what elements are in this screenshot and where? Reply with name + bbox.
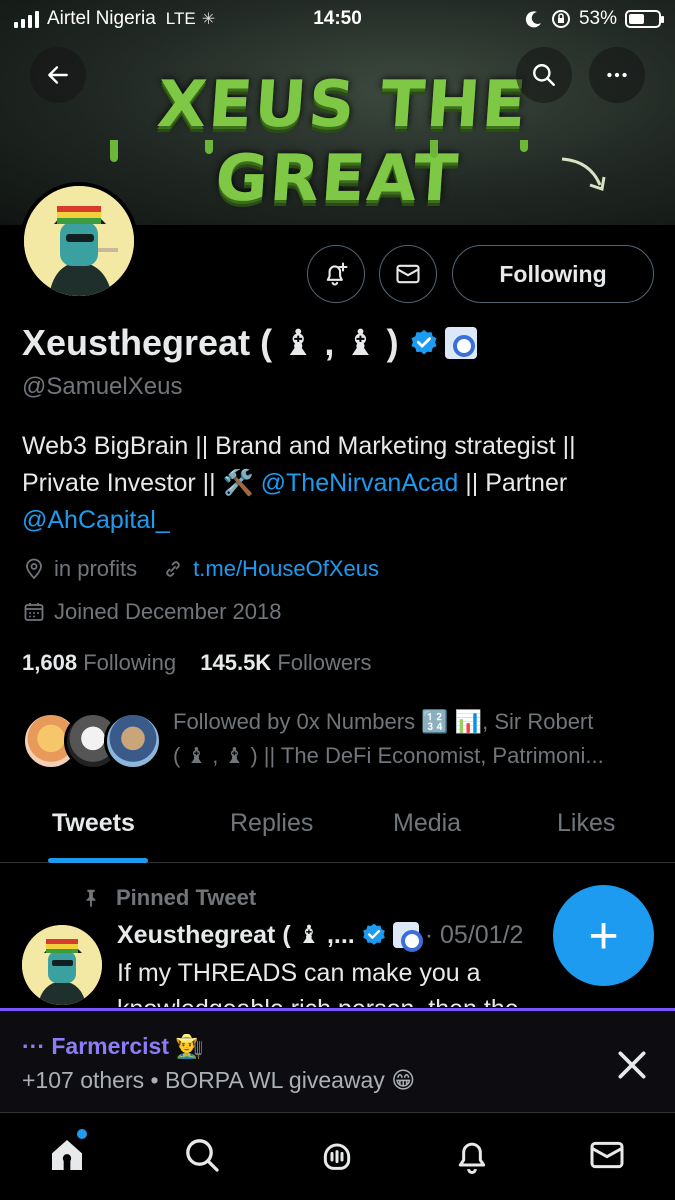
calendar-icon	[24, 603, 44, 621]
followed-by-line: ( ♝ , ♝ ) || The DeFi Economist, Patrimo…	[173, 743, 604, 768]
affiliation-badge-icon[interactable]	[444, 327, 477, 359]
followed-by-line: Followed by 0x Numbers 🔢 📊, Sir Robert	[173, 709, 594, 734]
profile-bio: Web3 BigBrain || Brand and Marketing str…	[22, 428, 652, 539]
display-name: Xeusthegreat ( ♝ , ♝ )	[22, 322, 477, 364]
more-icon	[607, 72, 627, 78]
bell-plus-icon	[326, 262, 348, 286]
more-button[interactable]	[589, 47, 645, 103]
avatar	[104, 712, 162, 770]
home-unread-dot	[77, 1129, 87, 1139]
battery-percent: 53%	[578, 8, 617, 29]
username-handle: @SamuelXeus	[22, 373, 183, 400]
tweet-author-name[interactable]: Xeusthegreat ( ♝ ,...	[117, 920, 355, 950]
followers-label: Followers	[277, 650, 372, 675]
arrow-doodle-icon	[561, 157, 606, 191]
envelope-icon	[396, 264, 420, 284]
followers-count: 145.5K	[200, 650, 272, 675]
tab-tweets[interactable]: Tweets	[52, 809, 135, 838]
followed-by-text[interactable]: Followed by 0x Numbers 🔢 📊, Sir Robert (…	[173, 705, 653, 773]
followers-stat[interactable]: 145.5K Followers	[200, 650, 371, 675]
nav-spaces[interactable]	[315, 1133, 359, 1177]
spaces-icon	[323, 1143, 351, 1170]
tab-replies[interactable]: Replies	[230, 809, 313, 838]
tab-likes[interactable]: Likes	[557, 809, 615, 838]
link-icon	[166, 561, 180, 577]
back-arrow-icon	[48, 66, 68, 84]
search-button[interactable]	[516, 47, 572, 103]
affiliation-badge-icon	[392, 922, 423, 952]
following-label: Following	[83, 650, 177, 675]
search-icon	[186, 1139, 219, 1172]
tweet-header: Xeusthegreat ( ♝ ,... · 05/01/2	[117, 920, 524, 952]
following-count: 1,608	[22, 650, 78, 675]
pin-icon	[86, 889, 96, 908]
nav-home[interactable]	[45, 1133, 89, 1177]
status-bar: Airtel Nigeria LTE ✳ 14:50 53%	[0, 0, 675, 38]
tweet-author-avatar[interactable]	[22, 925, 102, 1005]
profile-avatar[interactable]	[20, 182, 138, 300]
nav-messages[interactable]	[585, 1133, 629, 1177]
space-subtitle: +107 others • BORPA WL giveaway 😁	[22, 1067, 416, 1093]
profile-tabs: Tweets Replies Media Likes	[0, 795, 675, 863]
bottom-navigation	[0, 1112, 675, 1200]
battery-fill	[629, 14, 644, 24]
banner-drip	[430, 140, 438, 158]
profile-meta-row: in profits t.me/HouseOfXeus	[22, 556, 379, 582]
back-button[interactable]	[30, 47, 86, 103]
space-host: ··· Farmercist 👨‍🌾	[22, 1033, 205, 1059]
display-name-text: Xeusthegreat ( ♝ , ♝ )	[22, 322, 399, 363]
pinned-tweet-label: Pinned Tweet	[80, 885, 256, 911]
loading-spinner-icon: ✳	[201, 11, 216, 28]
nav-search[interactable]	[180, 1133, 224, 1177]
joined-date: Joined December 2018	[54, 599, 282, 624]
following-button[interactable]: Following	[452, 245, 654, 303]
bio-mention-link[interactable]: @TheNirvanAcad	[261, 469, 459, 497]
envelope-icon	[590, 1141, 624, 1169]
network-type: LTE	[165, 9, 196, 28]
followed-by-avatars[interactable]	[22, 712, 162, 772]
tweet-text[interactable]: If my THREADS can make you a knowledgeab…	[117, 955, 637, 1007]
tab-media[interactable]: Media	[393, 809, 461, 838]
signal-icon	[14, 10, 39, 28]
banner-drip	[205, 140, 213, 154]
verified-badge-icon	[362, 923, 385, 945]
active-tab-indicator	[48, 858, 148, 863]
banner-drip	[110, 140, 118, 162]
nav-notifications[interactable]	[450, 1133, 494, 1177]
carrier-name: Airtel Nigeria	[47, 8, 156, 29]
home-icon	[52, 1140, 82, 1170]
following-stat[interactable]: 1,608 Following	[22, 650, 176, 675]
rotation-lock-icon	[551, 10, 570, 28]
search-icon	[533, 64, 555, 86]
bio-mention-link[interactable]: @AhCapital_	[22, 506, 170, 534]
compose-tweet-button[interactable]: +	[553, 885, 654, 986]
battery-icon	[625, 10, 664, 28]
verified-badge-icon[interactable]	[409, 328, 439, 358]
moon-icon	[525, 11, 541, 28]
website-link[interactable]: t.me/HouseOfXeus	[193, 556, 379, 582]
avatar-image	[24, 186, 134, 296]
banner-drip	[520, 140, 528, 152]
bell-icon	[458, 1142, 486, 1174]
follow-stats: 1,608 Following 145.5K Followers	[22, 650, 371, 676]
spaces-dock[interactable]: ··· Farmercist 👨‍🌾 +107 others • BORPA W…	[0, 1008, 675, 1112]
notifications-subscribe-button[interactable]	[307, 245, 365, 303]
message-button[interactable]	[379, 245, 437, 303]
bio-text: || Partner	[458, 469, 568, 497]
tweet-date: · 05/01/2	[424, 920, 524, 949]
location-pin-icon	[26, 558, 42, 580]
profile-meta-row: Joined December 2018	[22, 599, 281, 625]
location-text: in profits	[54, 556, 138, 581]
close-icon[interactable]	[612, 1045, 652, 1085]
pinned-label-text: Pinned Tweet	[116, 885, 257, 910]
